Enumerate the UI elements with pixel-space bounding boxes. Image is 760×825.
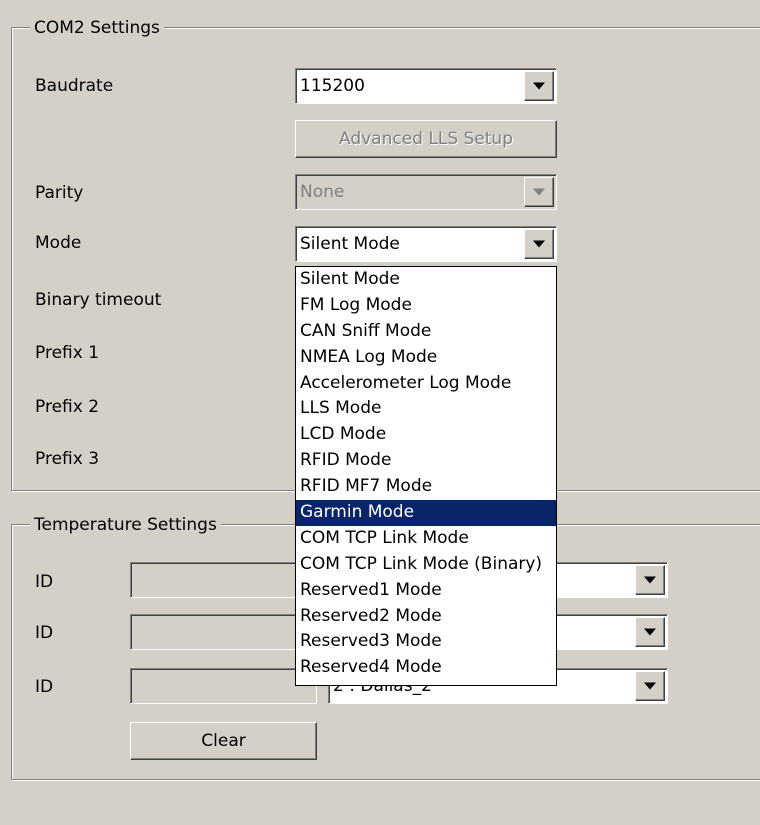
- parity-value: None: [300, 182, 345, 202]
- down-arrow-icon: [644, 576, 656, 584]
- parity-label: Parity: [35, 183, 84, 203]
- sensor-dropdown-button[interactable]: [635, 565, 665, 595]
- mode-option[interactable]: COM TCP Link Mode (Binary): [296, 552, 556, 578]
- sensor-dropdown-button[interactable]: [635, 671, 665, 701]
- temperature-settings-title: Temperature Settings: [30, 515, 221, 535]
- id-field: [130, 668, 317, 704]
- id-label: ID: [35, 677, 54, 697]
- parity-dropdown-button[interactable]: [524, 177, 554, 207]
- mode-dropdown-button[interactable]: [524, 229, 554, 259]
- mode-value: Silent Mode: [300, 234, 400, 254]
- down-arrow-icon: [533, 82, 545, 90]
- sensor-dropdown-button[interactable]: [635, 617, 665, 647]
- down-arrow-icon: [644, 628, 656, 636]
- mode-option[interactable]: FM Log Mode: [296, 293, 556, 319]
- mode-option[interactable]: Reserved1 Mode: [296, 578, 556, 604]
- clear-button[interactable]: Clear: [130, 722, 317, 760]
- mode-label: Mode: [35, 233, 82, 253]
- baudrate-label: Baudrate: [35, 76, 114, 96]
- id-field: [130, 562, 317, 598]
- baudrate-value: 115200: [300, 76, 365, 96]
- prefix2-label: Prefix 2: [35, 397, 100, 417]
- mode-option[interactable]: Reserved4 Mode: [296, 655, 556, 681]
- prefix3-label: Prefix 3: [35, 449, 100, 469]
- id-field: [130, 614, 317, 650]
- mode-option[interactable]: LLS Mode: [296, 396, 556, 422]
- mode-option[interactable]: NMEA Log Mode: [296, 345, 556, 371]
- mode-option[interactable]: Reserved2 Mode: [296, 604, 556, 630]
- parity-combo[interactable]: None: [295, 174, 557, 210]
- down-arrow-icon: [644, 682, 656, 690]
- mode-option[interactable]: COM TCP Link Mode: [296, 526, 556, 552]
- mode-option[interactable]: RFID Mode: [296, 448, 556, 474]
- mode-option[interactable]: LCD Mode: [296, 422, 556, 448]
- mode-option[interactable]: Silent Mode: [296, 267, 556, 293]
- com2-settings-title: COM2 Settings: [30, 18, 164, 38]
- id-label: ID: [35, 572, 54, 592]
- mode-option[interactable]: Accelerometer Log Mode: [296, 371, 556, 397]
- down-arrow-icon: [533, 240, 545, 248]
- advanced-lls-setup-button[interactable]: Advanced LLS Setup: [295, 120, 557, 158]
- mode-option[interactable]: Garmin Mode: [296, 500, 556, 526]
- mode-combo[interactable]: Silent Mode: [295, 226, 557, 262]
- prefix1-label: Prefix 1: [35, 343, 100, 363]
- id-label: ID: [35, 623, 54, 643]
- mode-option[interactable]: RFID MF7 Mode: [296, 474, 556, 500]
- binary-timeout-label: Binary timeout: [35, 290, 162, 310]
- down-arrow-icon: [533, 188, 545, 196]
- mode-option[interactable]: Reserved3 Mode: [296, 629, 556, 655]
- baudrate-combo[interactable]: 115200: [295, 68, 557, 104]
- mode-dropdown-list[interactable]: Silent Mode FM Log Mode CAN Sniff Mode NMEA…: [295, 266, 557, 686]
- baudrate-dropdown-button[interactable]: [524, 71, 554, 101]
- mode-option[interactable]: CAN Sniff Mode: [296, 319, 556, 345]
